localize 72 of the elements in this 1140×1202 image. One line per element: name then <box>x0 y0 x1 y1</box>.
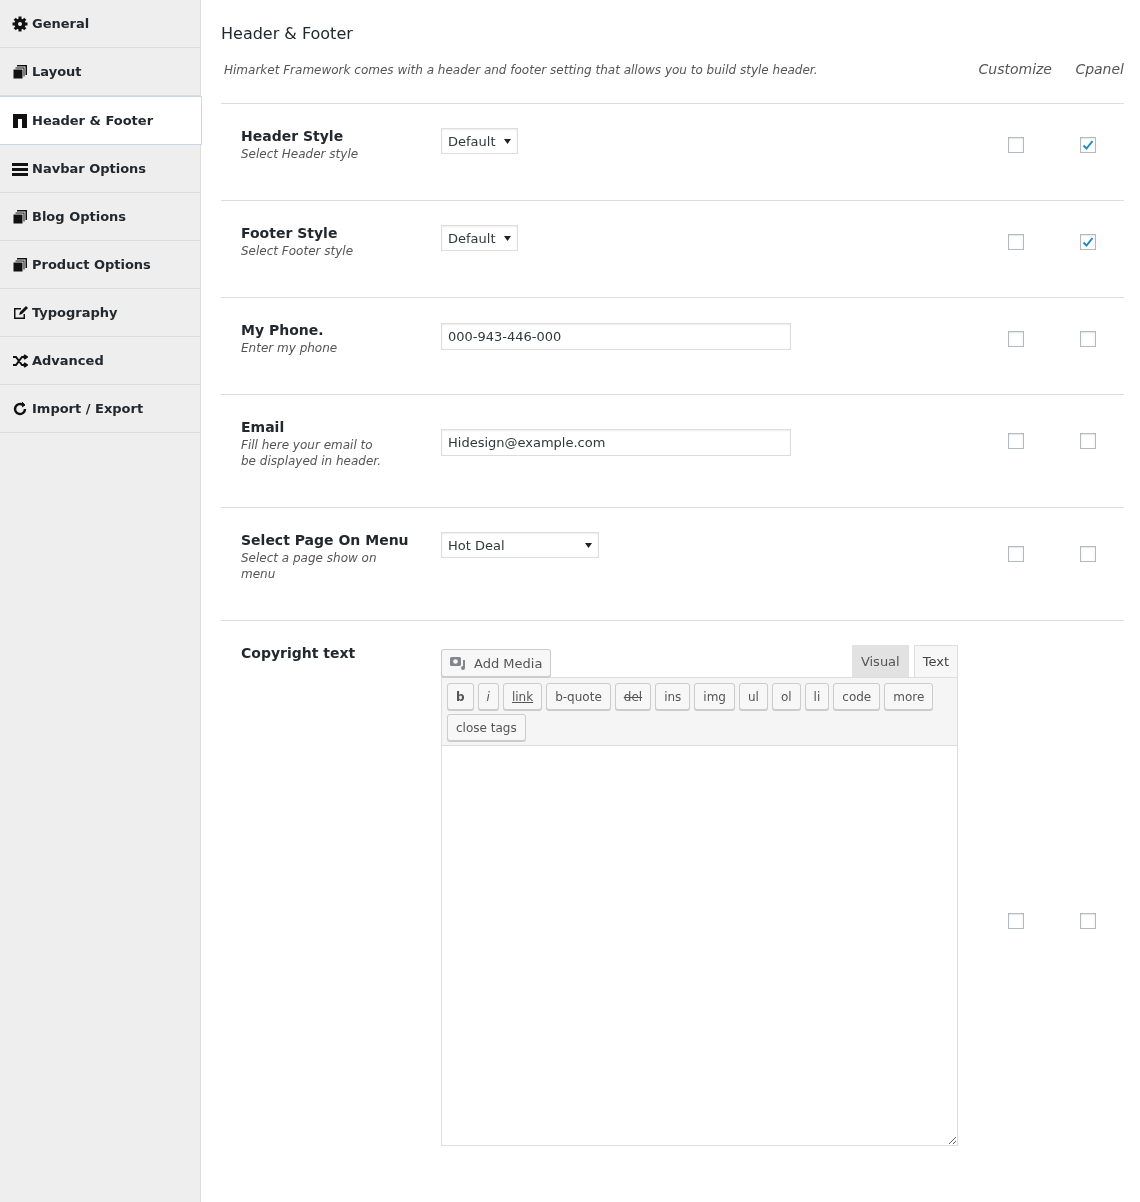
setting-label: Copyright text <box>241 645 357 661</box>
format-button[interactable]: b <box>447 683 474 710</box>
setting-hint: Fill here your email to be displayed in header. <box>241 437 382 469</box>
checkbox[interactable] <box>1080 433 1096 449</box>
setting-label: Footer Style <box>241 225 339 241</box>
setting-label: Email <box>241 419 286 435</box>
setting-hint: Select a page show on menu <box>241 550 378 582</box>
sidebar-item[interactable]: Advanced <box>0 337 200 385</box>
format-button[interactable]: code <box>833 683 881 710</box>
format-button[interactable]: li <box>804 683 830 710</box>
gear-icon <box>12 15 28 32</box>
sidebar-item[interactable]: Import / Export <box>0 385 200 433</box>
setting-hint: Enter my phone <box>241 340 339 356</box>
checkbox[interactable] <box>1008 912 1024 929</box>
setting-label: Select Page On Menu <box>241 532 410 548</box>
setting-label: My Phone. <box>241 322 325 338</box>
bookmark-icon <box>12 112 28 129</box>
column-header: Customize <box>977 61 1052 77</box>
text-area[interactable] <box>441 746 958 1146</box>
format-button[interactable]: b-quote <box>546 683 611 710</box>
checkbox[interactable] <box>1080 546 1096 562</box>
editor-tab[interactable]: Visual <box>851 645 909 677</box>
format-button[interactable]: del <box>614 683 652 710</box>
setting-hint: Select Header style <box>241 146 360 162</box>
format-button[interactable]: ul <box>738 683 768 710</box>
checkbox[interactable] <box>1080 137 1096 153</box>
setting-label: Header Style <box>241 128 345 144</box>
caret-icon <box>503 235 511 241</box>
menu-icon <box>12 160 28 177</box>
format-button[interactable]: close tags <box>447 714 526 741</box>
editor-tab[interactable]: Text <box>913 645 958 677</box>
format-button[interactable]: link <box>502 683 543 710</box>
format-button[interactable]: more <box>884 683 934 710</box>
sidebar-item[interactable]: Typography <box>0 289 200 337</box>
add-media-button[interactable]: Add Media <box>441 649 552 677</box>
checkmark-icon <box>1082 139 1094 151</box>
caret-icon <box>585 542 592 548</box>
sidebar-item[interactable]: Header & Footer <box>0 96 202 145</box>
dropdown[interactable]: Default <box>441 225 518 251</box>
copy-icon <box>12 63 28 80</box>
media-icon <box>450 655 468 671</box>
checkbox[interactable] <box>1080 234 1096 250</box>
checkmark-icon <box>1082 236 1094 248</box>
checkbox[interactable] <box>1080 912 1096 929</box>
edit-icon <box>12 304 28 321</box>
checkbox[interactable] <box>1008 137 1024 153</box>
setting-hint: Select Footer style <box>241 243 355 259</box>
page-title: Header & Footer <box>221 24 354 43</box>
sidebar-item[interactable]: General <box>0 0 200 48</box>
format-button[interactable]: i <box>477 683 499 710</box>
refresh-icon <box>12 400 28 417</box>
description: Himarket Framework comes with a header and footer setting that allows you to build style header. <box>224 63 819 77</box>
column-header: Cpanel <box>1074 61 1124 77</box>
checkbox[interactable] <box>1008 234 1024 250</box>
copy-icon <box>12 256 28 273</box>
copy-icon <box>12 208 28 225</box>
dropdown[interactable]: Default <box>441 128 518 154</box>
format-button[interactable]: ol <box>771 683 801 710</box>
dropdown[interactable]: Hot Deal <box>441 532 599 558</box>
checkbox[interactable] <box>1080 331 1096 347</box>
shuffle-icon <box>12 352 28 369</box>
checkbox[interactable] <box>1008 433 1024 449</box>
format-button[interactable]: ins <box>655 683 691 710</box>
input-field[interactable]: 000-943-446-000 <box>441 323 791 350</box>
input-field[interactable]: Hidesign@example.com <box>441 429 791 456</box>
checkbox[interactable] <box>1008 546 1024 562</box>
checkbox[interactable] <box>1008 331 1024 347</box>
sidebar-item[interactable]: Product Options <box>0 241 200 289</box>
format-button[interactable]: img <box>694 683 735 710</box>
sidebar-item[interactable]: Navbar Options <box>0 145 200 193</box>
sidebar-item[interactable]: Blog Options <box>0 193 200 241</box>
caret-icon <box>503 138 511 144</box>
